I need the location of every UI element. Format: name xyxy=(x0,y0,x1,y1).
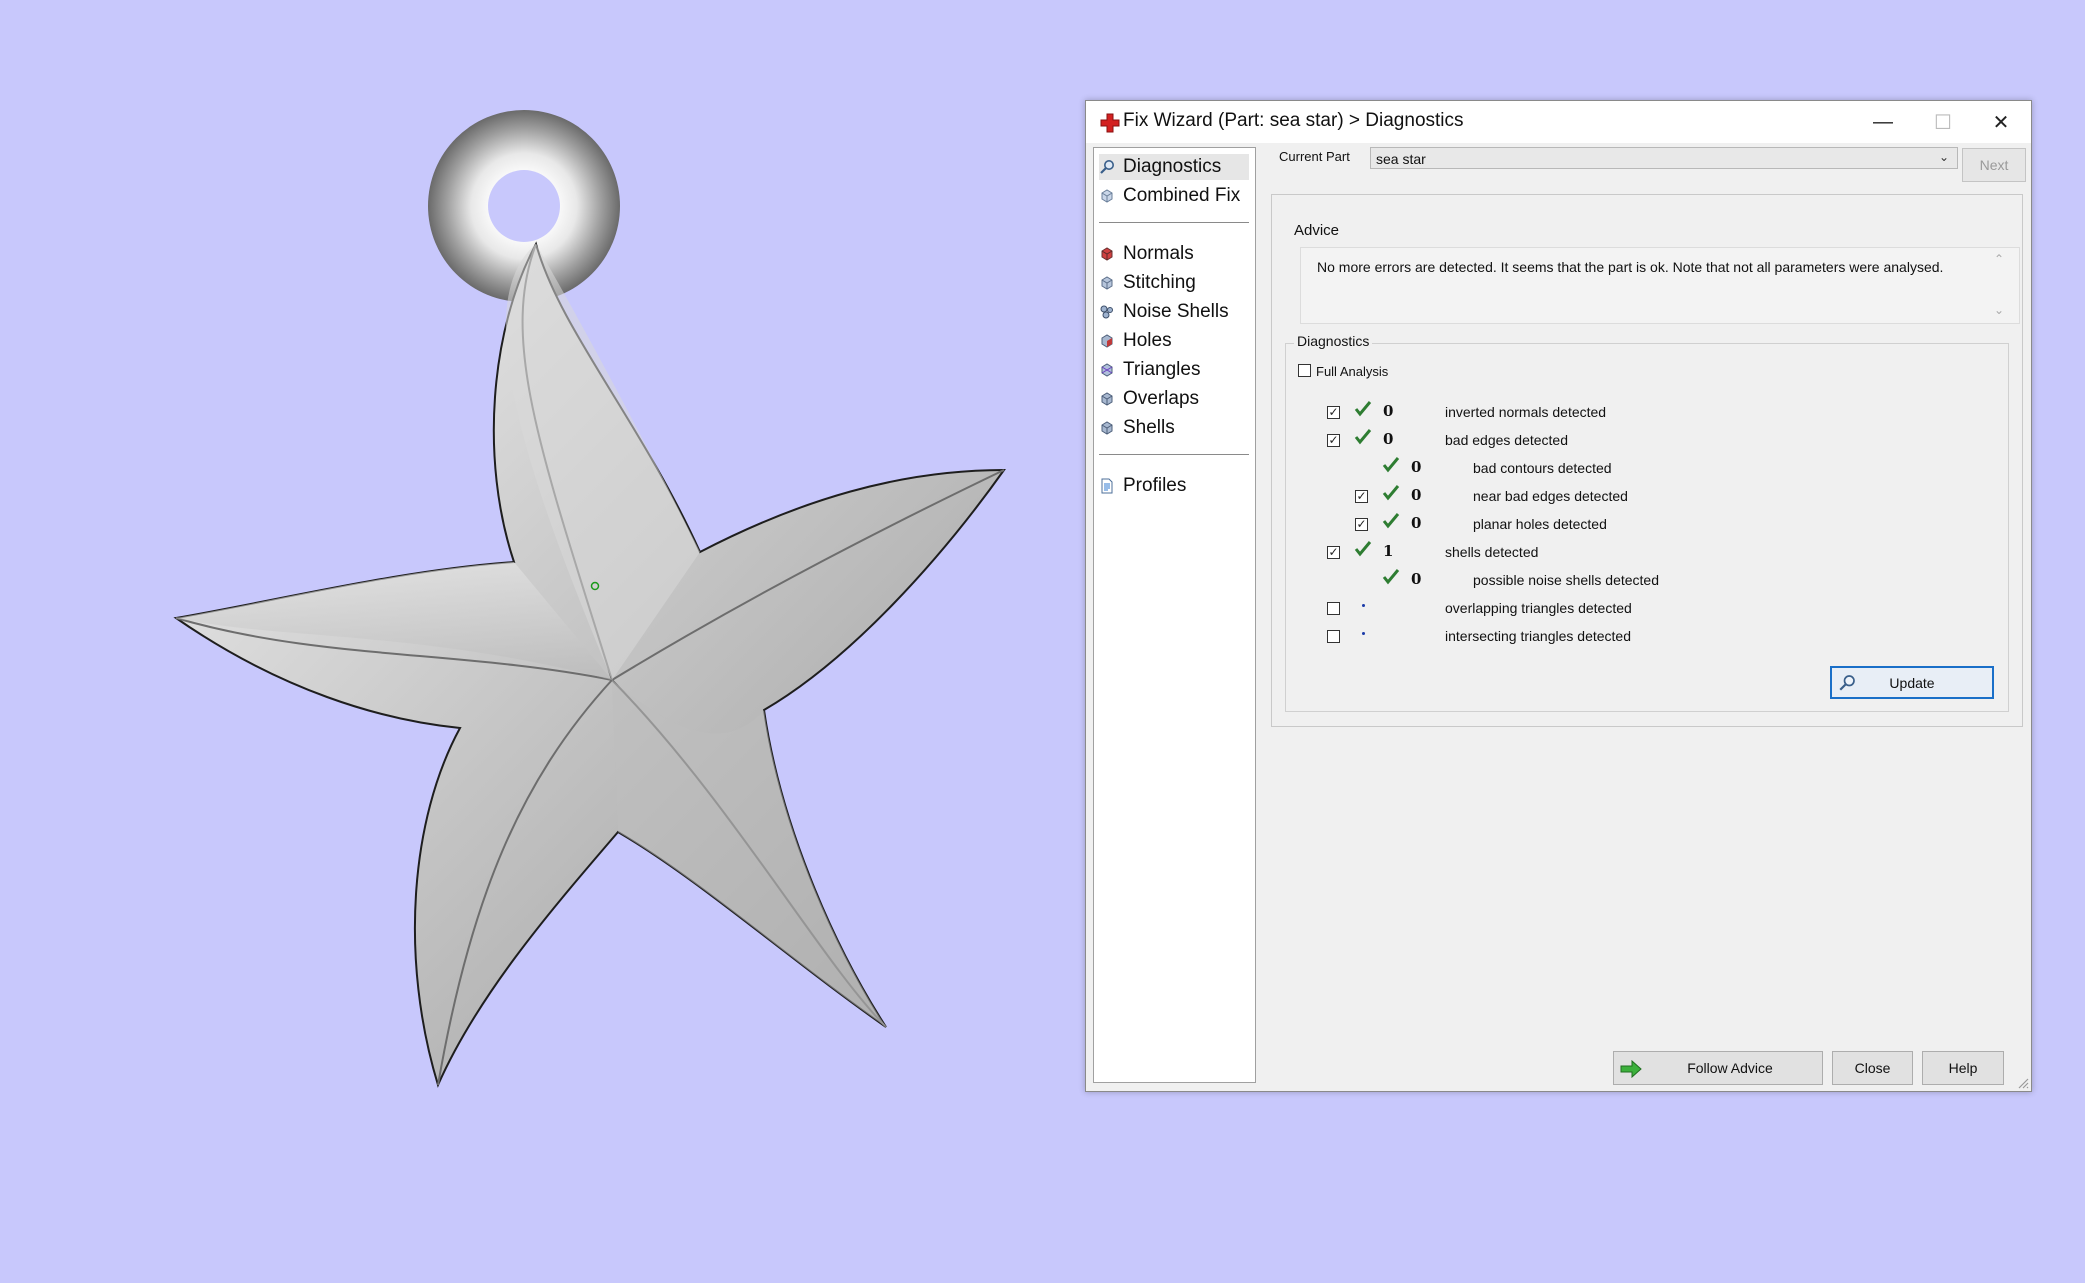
bad-contours-count: 0 xyxy=(1411,458,1422,476)
chevron-down-icon: ⌄ xyxy=(1938,150,1949,164)
3d-viewport[interactable] xyxy=(0,0,1080,1283)
nav-item-noise-shells[interactable]: Noise Shells xyxy=(1099,299,1229,325)
green-check-icon xyxy=(1382,569,1400,585)
title-bar[interactable]: Fix Wizard (Part: sea star) > Diagnostic… xyxy=(1086,101,2031,143)
nav-separator xyxy=(1099,454,1249,455)
near-bad-edges-checkbox[interactable]: ✓ xyxy=(1355,490,1368,503)
current-part-label: Current Part xyxy=(1279,149,1350,164)
green-check-icon xyxy=(1354,541,1372,557)
red-cross-icon xyxy=(1100,113,1120,133)
minimize-button[interactable]: — xyxy=(1853,101,1913,143)
advice-scrollbar[interactable]: ⌃ ⌄ xyxy=(1989,248,2009,323)
green-check-icon xyxy=(1354,401,1372,417)
bad-edges-checkbox[interactable]: ✓ xyxy=(1327,434,1340,447)
follow-advice-button[interactable]: Follow Advice xyxy=(1613,1051,1823,1085)
green-check-icon xyxy=(1354,429,1372,445)
stitching-cube-icon xyxy=(1101,276,1113,290)
update-button[interactable]: Update xyxy=(1830,666,1994,699)
planar-holes-checkbox[interactable]: ✓ xyxy=(1355,518,1368,531)
nav-label: Noise Shells xyxy=(1123,301,1229,322)
profiles-doc-icon xyxy=(1101,478,1113,494)
shells-count: 1 xyxy=(1383,542,1394,560)
close-window-button[interactable]: ✕ xyxy=(1971,101,2031,143)
nav-label: Triangles xyxy=(1123,359,1201,380)
nav-item-profiles[interactable]: Profiles xyxy=(1099,473,1186,499)
overlaps-cube-icon xyxy=(1101,392,1113,406)
nav-item-diagnostics[interactable]: Diagnostics xyxy=(1099,154,1249,180)
noise-shells-count: 0 xyxy=(1411,570,1422,588)
bad-edges-label: bad edges detected xyxy=(1445,432,1568,448)
maximize-button[interactable]: ☐ xyxy=(1913,101,1973,143)
window-title: Fix Wizard (Part: sea star) > Diagnostic… xyxy=(1123,110,1464,131)
normals-cube-icon xyxy=(1101,247,1113,261)
overlapping-triangles-checkbox[interactable] xyxy=(1327,602,1340,615)
advice-title: Advice xyxy=(1294,222,1340,239)
nav-item-combined-fix[interactable]: Combined Fix xyxy=(1099,183,1240,209)
bad-edges-count: 0 xyxy=(1383,430,1394,448)
noise-shells-icon xyxy=(1100,305,1113,319)
nav-item-holes[interactable]: Holes xyxy=(1099,328,1172,354)
advice-text: No more errors are detected. It seems th… xyxy=(1317,259,1944,275)
resize-grip-icon[interactable] xyxy=(2015,1075,2029,1089)
near-bad-edges-label: near bad edges detected xyxy=(1473,488,1628,504)
shells-checkbox[interactable]: ✓ xyxy=(1327,546,1340,559)
nav-label: Normals xyxy=(1123,243,1194,264)
nav-item-stitching[interactable]: Stitching xyxy=(1099,270,1196,296)
nav-item-triangles[interactable]: Triangles xyxy=(1099,357,1200,383)
advice-box: No more errors are detected. It seems th… xyxy=(1300,247,2020,324)
holes-cube-icon xyxy=(1101,334,1113,348)
inverted-normals-checkbox[interactable]: ✓ xyxy=(1327,406,1340,419)
scroll-down-icon[interactable]: ⌄ xyxy=(1994,303,2004,317)
update-button-label: Update xyxy=(1889,674,1935,691)
nav-label: Overlaps xyxy=(1123,388,1200,409)
green-check-icon xyxy=(1382,485,1400,501)
triangles-cube-icon xyxy=(1101,363,1113,377)
help-button[interactable]: Help xyxy=(1922,1051,2004,1085)
planar-holes-label: planar holes detected xyxy=(1473,516,1607,532)
magnifier-icon xyxy=(1100,160,1114,174)
fix-wizard-nav: Diagnostics Combined Fix Normals Stitchi… xyxy=(1093,147,1256,1083)
close-button[interactable]: Close xyxy=(1832,1051,1913,1085)
nav-label: Combined Fix xyxy=(1123,185,1241,206)
nav-label: Diagnostics xyxy=(1123,156,1222,177)
nav-item-overlaps[interactable]: Overlaps xyxy=(1099,386,1199,412)
current-part-value: sea star xyxy=(1376,151,1426,167)
inverted-normals-label: inverted normals detected xyxy=(1445,404,1607,420)
magnifier-icon xyxy=(1839,675,1855,691)
noise-shells-label: possible noise shells detected xyxy=(1473,572,1660,588)
green-arrow-right-icon xyxy=(1620,1060,1642,1078)
intersecting-triangles-label: intersecting triangles detected xyxy=(1445,628,1631,644)
not-analysed-dot xyxy=(1362,604,1365,607)
nav-item-shells[interactable]: Shells xyxy=(1099,415,1175,441)
green-check-icon xyxy=(1382,513,1400,529)
bad-contours-label: bad contours detected xyxy=(1473,460,1612,476)
follow-advice-label: Follow Advice xyxy=(1687,1060,1773,1076)
sea-star-model[interactable] xyxy=(0,0,1080,1283)
not-analysed-dot xyxy=(1362,632,1365,635)
green-check-icon xyxy=(1382,457,1400,473)
shells-cube-icon xyxy=(1101,421,1113,435)
scroll-up-icon[interactable]: ⌃ xyxy=(1994,252,2004,266)
current-part-select[interactable]: sea star ⌄ xyxy=(1370,147,1958,169)
nav-item-normals[interactable]: Normals xyxy=(1099,241,1194,267)
near-bad-edges-count: 0 xyxy=(1411,486,1422,504)
nav-label: Profiles xyxy=(1123,475,1187,496)
full-analysis-checkbox[interactable] xyxy=(1298,364,1311,377)
loop-hole xyxy=(488,170,560,242)
nav-separator xyxy=(1099,222,1249,223)
diagnostics-title: Diagnostics xyxy=(1294,333,1373,349)
cube-icon xyxy=(1101,189,1113,203)
next-button[interactable]: Next xyxy=(1962,148,2026,182)
nav-label: Holes xyxy=(1123,330,1172,351)
overlapping-triangles-label: overlapping triangles detected xyxy=(1445,600,1632,616)
nav-label: Stitching xyxy=(1123,272,1196,293)
planar-holes-count: 0 xyxy=(1411,514,1422,532)
fix-wizard-dialog: Fix Wizard (Part: sea star) > Diagnostic… xyxy=(1085,100,2032,1092)
intersecting-triangles-checkbox[interactable] xyxy=(1327,630,1340,643)
full-analysis-label: Full Analysis xyxy=(1316,364,1389,379)
inverted-normals-count: 0 xyxy=(1383,402,1394,420)
nav-label: Shells xyxy=(1123,417,1175,438)
shells-label: shells detected xyxy=(1445,544,1539,560)
